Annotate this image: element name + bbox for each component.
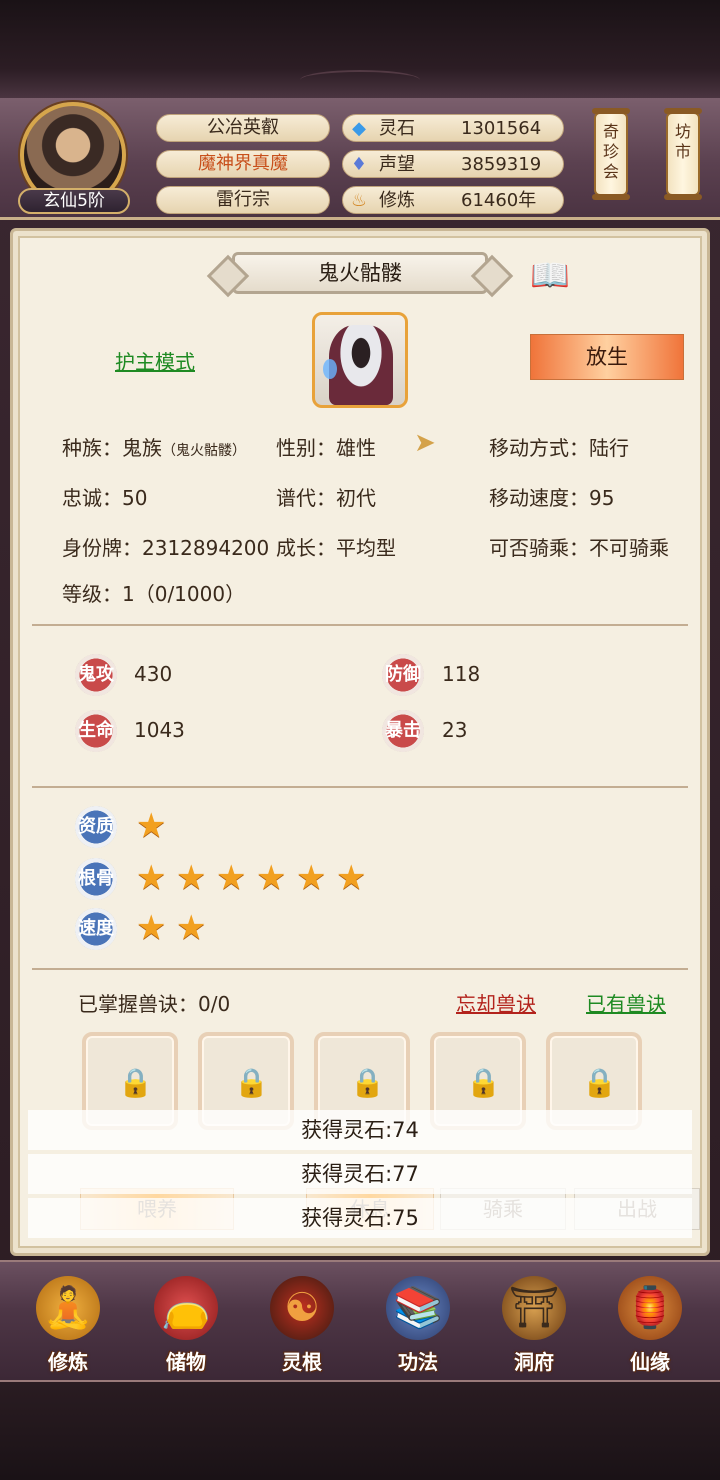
nav-label: 修炼 <box>48 1350 88 1374</box>
resource-reputation: ♦ 声望 3859319 <box>342 150 564 178</box>
divider <box>32 968 688 970</box>
book-stack-icon: 📚 <box>386 1276 450 1340</box>
nav-fate[interactable]: 🏮 仙缘 <box>600 1270 700 1378</box>
cultivation-icon: ♨ <box>350 190 368 211</box>
resource-value: 3859319 <box>461 154 542 175</box>
lock-icon: 🔒 <box>350 1066 385 1099</box>
star-icon: ★ <box>136 858 167 898</box>
player-rank: 玄仙5阶 <box>18 188 130 214</box>
rating-badge-bone: 根骨 <box>75 858 117 900</box>
stat-badge-defense: 防御 <box>382 654 424 696</box>
gender-arrow-icon[interactable]: ➤ <box>414 428 436 458</box>
pavilion-icon: ⛩ <box>502 1276 566 1340</box>
info-move-speed: 移动速度：95 <box>489 486 615 510</box>
rating-badge-aptitude: 资质 <box>75 806 117 848</box>
resource-spirit-stone: ◆ 灵石 1301564 <box>342 114 564 142</box>
nav-cultivate[interactable]: 🧘 修炼 <box>18 1270 118 1378</box>
stat-value: 23 <box>442 718 468 742</box>
stat-value: 430 <box>134 662 173 686</box>
rating-badge-speed: 速度 <box>75 908 117 950</box>
nav-techniques[interactable]: 📚 功法 <box>368 1270 468 1378</box>
resource-value: 61460年 <box>461 190 537 211</box>
guard-mode-link[interactable]: 护主模式 <box>115 346 195 375</box>
resource-label: 灵石 <box>379 118 415 139</box>
stat-value: 118 <box>442 662 481 686</box>
toast-message: 获得灵石:77 <box>28 1154 692 1194</box>
spirit-stone-icon: ◆ <box>352 118 366 139</box>
market-scroll[interactable]: 坊市 <box>664 108 702 200</box>
nav-label: 功法 <box>398 1350 438 1374</box>
divider <box>32 624 688 626</box>
nav-label: 仙缘 <box>630 1350 670 1374</box>
resource-cultivation: ♨ 修炼 61460年 <box>342 186 564 214</box>
lock-icon: 🔒 <box>466 1066 501 1099</box>
resource-value: 1301564 <box>461 118 542 139</box>
info-race: 种族：鬼族（鬼火骷髅） <box>62 432 246 461</box>
gourd-icon: 🏮 <box>618 1276 682 1340</box>
resource-label: 修炼 <box>379 190 415 211</box>
star-icon: ★ <box>136 908 167 948</box>
owned-skills-link[interactable]: 已有兽诀 <box>586 988 666 1017</box>
nav-label: 洞府 <box>514 1350 554 1374</box>
info-loyalty: 忠诚：50 <box>62 486 148 510</box>
stat-value: 1043 <box>134 718 185 742</box>
skills-count: 已掌握兽诀：0/0 <box>78 992 231 1016</box>
top-ornament <box>300 70 420 90</box>
info-level: 等级：1（0/1000） <box>62 582 246 606</box>
ghost-hood-figure <box>329 325 393 405</box>
nav-spirit-root[interactable]: ☯ 灵根 <box>252 1270 352 1378</box>
spiral-emblem-icon: ☯ <box>270 1276 334 1340</box>
info-rideable: 可否骑乘：不可骑乘 <box>489 536 669 560</box>
star-icon: ★ <box>176 858 207 898</box>
lock-icon: 🔒 <box>118 1066 153 1099</box>
bottom-backdrop <box>0 1382 720 1480</box>
info-move-mode: 移动方式：陆行 <box>489 436 629 460</box>
nav-label: 灵根 <box>282 1350 322 1374</box>
star-icon: ★ <box>176 908 207 948</box>
rename-book-icon[interactable]: 📖 <box>530 254 580 296</box>
ghost-flame-icon <box>323 359 337 379</box>
pouch-icon: 👝 <box>154 1276 218 1340</box>
race-text: 种族：鬼族 <box>62 436 162 460</box>
stat-badge-crit: 暴击 <box>382 710 424 752</box>
star-icon: ★ <box>336 858 367 898</box>
release-button[interactable]: 放生 <box>530 334 684 380</box>
star-icon: ★ <box>256 858 287 898</box>
info-gender: 性别：雄性 <box>276 436 376 460</box>
stat-badge-life: 生命 <box>75 710 117 752</box>
star-icon: ★ <box>136 806 167 846</box>
player-realm: 魔神界真魔 <box>156 150 330 178</box>
divider <box>32 786 688 788</box>
treasure-fair-scroll[interactable]: 奇珍会 <box>592 108 630 200</box>
star-icon: ★ <box>216 858 247 898</box>
nav-cave-abode[interactable]: ⛩ 洞府 <box>484 1270 584 1378</box>
resource-label: 声望 <box>379 154 415 175</box>
nav-label: 储物 <box>166 1350 206 1374</box>
reputation-icon: ♦ <box>350 154 368 175</box>
nav-storage[interactable]: 👝 储物 <box>136 1270 236 1378</box>
toast-message: 获得灵石:74 <box>28 1110 692 1150</box>
meditating-figure-icon: 🧘 <box>36 1276 100 1340</box>
forget-skill-link[interactable]: 忘却兽诀 <box>456 988 536 1017</box>
pet-portrait <box>312 312 408 408</box>
info-generation: 谱代：初代 <box>276 486 376 510</box>
toast-message: 获得灵石:75 <box>28 1198 692 1238</box>
star-icon: ★ <box>296 858 327 898</box>
player-sect: 雷行宗 <box>156 186 330 214</box>
info-growth: 成长：平均型 <box>276 536 396 560</box>
player-name: 公冶英叡 <box>156 114 330 142</box>
stat-badge-ghost-attack: 鬼攻 <box>75 654 117 696</box>
lock-icon: 🔒 <box>234 1066 269 1099</box>
top-backdrop <box>0 0 720 98</box>
pet-name: 鬼火骷髅 <box>232 252 488 294</box>
race-sub-text: （鬼火骷髅） <box>162 443 246 459</box>
info-id-tag: 身份牌：2312894200 <box>62 536 270 560</box>
lock-icon: 🔒 <box>582 1066 617 1099</box>
